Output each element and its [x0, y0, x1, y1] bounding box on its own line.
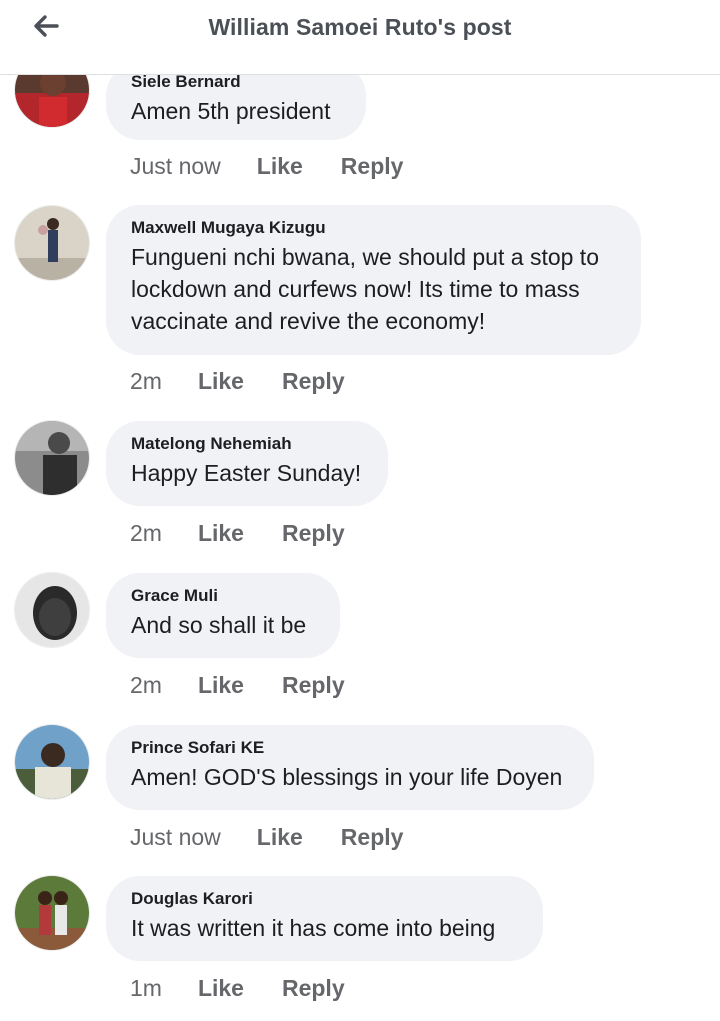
comment-actions: 2m Like Reply [130, 520, 345, 547]
comment-timestamp: 2m [130, 672, 162, 698]
like-button[interactable]: Like [257, 153, 303, 180]
comment-actions: 1m Like Reply [130, 975, 345, 1002]
comment-text: Fungueni nchi bwana, we should put a sto… [131, 244, 599, 334]
comment-text: Happy Easter Sunday! [131, 460, 362, 486]
top-bar: William Samoei Ruto's post [0, 0, 720, 75]
avatar[interactable] [15, 876, 89, 950]
comment-text: Amen 5th president [131, 98, 331, 124]
avatar[interactable] [15, 206, 89, 280]
avatar[interactable] [15, 725, 89, 799]
comment-author[interactable]: Prince Sofari KE [131, 737, 568, 759]
comment-actions: Just now Like Reply [130, 153, 403, 180]
comment-author[interactable]: Maxwell Mugaya Kizugu [131, 217, 615, 239]
comment-text: It was written it has come into being [131, 915, 496, 941]
like-button[interactable]: Like [198, 975, 244, 1002]
like-button[interactable]: Like [198, 368, 244, 395]
comment-bubble: Prince Sofari KE Amen! GOD'S blessings i… [106, 725, 594, 810]
like-button[interactable]: Like [198, 520, 244, 547]
comment-actions: 2m Like Reply [130, 368, 345, 395]
reply-button[interactable]: Reply [282, 368, 345, 395]
comment-actions: 2m Like Reply [130, 672, 345, 699]
comment-timestamp: Just now [130, 824, 221, 850]
like-button[interactable]: Like [198, 672, 244, 699]
comment-bubble: Douglas Karori It was written it has com… [106, 876, 543, 961]
comment-text: And so shall it be [131, 612, 307, 638]
comment-timestamp: Just now [130, 153, 221, 179]
comment-timestamp: 2m [130, 368, 162, 394]
reply-button[interactable]: Reply [341, 824, 404, 851]
comment-bubble: Maxwell Mugaya Kizugu Fungueni nchi bwan… [106, 205, 641, 355]
comment-timestamp: 1m [130, 975, 162, 1001]
reply-button[interactable]: Reply [282, 975, 345, 1002]
comment-bubble: Matelong Nehemiah Happy Easter Sunday! [106, 421, 388, 506]
comment-author[interactable]: Douglas Karori [131, 888, 517, 910]
reply-button[interactable]: Reply [282, 672, 345, 699]
comment-timestamp: 2m [130, 520, 162, 546]
avatar[interactable] [15, 421, 89, 495]
avatar[interactable] [15, 573, 89, 647]
page-title: William Samoei Ruto's post [208, 14, 512, 40]
comment-text: Amen! GOD'S blessings in your life Doyen [131, 764, 563, 790]
like-button[interactable]: Like [257, 824, 303, 851]
comment-author[interactable]: Matelong Nehemiah [131, 433, 362, 455]
comment-bubble: Grace Muli And so shall it be [106, 573, 340, 658]
post-comments-screen: Siele Bernard Amen 5th president Just no… [0, 0, 720, 1021]
reply-button[interactable]: Reply [341, 153, 404, 180]
reply-button[interactable]: Reply [282, 520, 345, 547]
comment-actions: Just now Like Reply [130, 824, 403, 851]
comment-author[interactable]: Grace Muli [131, 585, 314, 607]
